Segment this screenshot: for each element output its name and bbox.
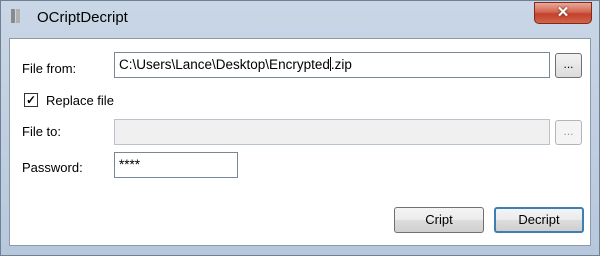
file-from-input[interactable]: C:\Users\Lance\Desktop\Encrypted.zip	[114, 52, 550, 78]
file-from-value: C:\Users\Lance\Desktop\Encrypted	[119, 57, 330, 72]
file-to-label: File to:	[22, 124, 62, 139]
dialog-body: File from: C:\Users\Lance\Desktop\Encryp…	[9, 38, 591, 246]
window-title: OCriptDecript	[37, 9, 128, 26]
password-label: Password:	[22, 160, 83, 175]
replace-file-checkbox[interactable]: ✓	[24, 93, 38, 107]
cript-button[interactable]: Cript	[394, 207, 484, 233]
file-to-browse-button[interactable]: ...	[555, 120, 582, 145]
app-icon	[11, 9, 20, 23]
replace-file-label[interactable]: Replace file	[46, 93, 114, 108]
file-from-browse-button[interactable]: ...	[555, 53, 582, 78]
file-from-value-suffix: .zip	[330, 57, 352, 72]
close-icon: ✕	[556, 4, 570, 21]
close-button[interactable]: ✕	[534, 2, 592, 24]
file-from-label: File from:	[22, 61, 77, 76]
checkmark-icon: ✓	[25, 93, 37, 107]
title-bar[interactable]: OCriptDecript ✕	[1, 1, 599, 35]
file-to-input[interactable]	[114, 119, 550, 145]
app-window: OCriptDecript ✕ File from: C:\Users\Lanc…	[0, 0, 600, 256]
decript-button[interactable]: Decript	[494, 207, 584, 233]
password-input[interactable]: ****	[114, 152, 238, 178]
